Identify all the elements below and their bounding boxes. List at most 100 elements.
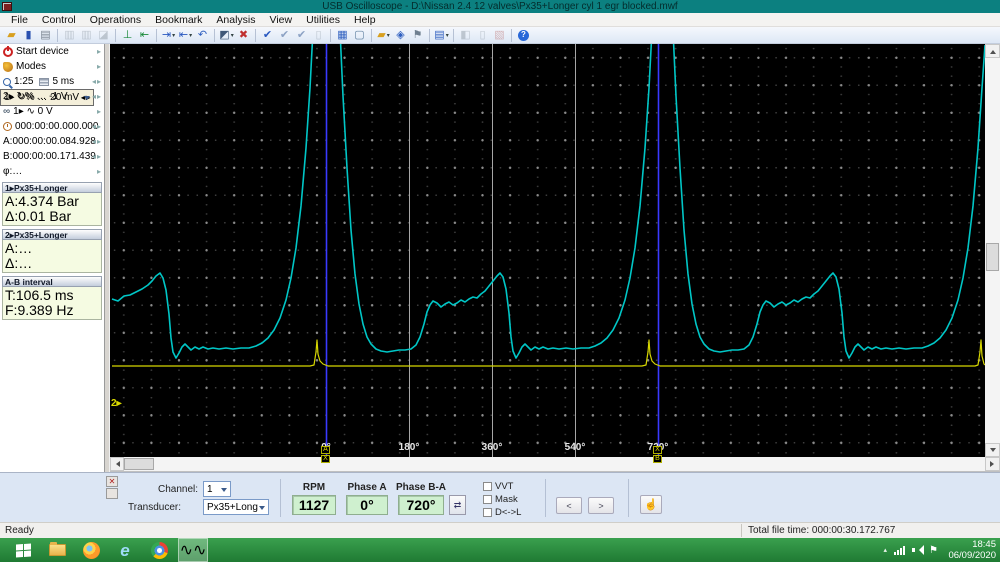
bookmark-flag-button[interactable]: ⚑: [409, 28, 426, 43]
pan-hand-button[interactable]: ☝: [640, 495, 662, 514]
channel-value: 1: [207, 483, 213, 495]
modes-row-label: Modes: [16, 61, 47, 72]
zoom-sweep-row[interactable]: 1:25 5 ms ◂▸: [0, 74, 104, 89]
reject-all-icon: ✔: [296, 28, 307, 41]
phi-row[interactable]: φ:… ▸: [0, 164, 104, 179]
comment-button[interactable]: ▢: [351, 28, 368, 43]
open-file-button[interactable]: ▰: [3, 28, 20, 43]
horizontal-scroll-thumb[interactable]: [124, 458, 154, 470]
accept-button[interactable]: ✔: [259, 28, 276, 43]
next-cycle-button[interactable]: >: [588, 497, 614, 514]
close-panel-button[interactable]: ✕: [106, 476, 118, 487]
transducer-label: Transducer:: [128, 502, 181, 513]
degree-label-180: 180°: [398, 442, 420, 453]
ruler-button[interactable]: ▤ ▾: [433, 28, 450, 43]
zoom-view-button[interactable]: ◩ ▾: [218, 28, 235, 43]
oscilloscope-taskbar-button[interactable]: ∿∿: [178, 538, 208, 562]
undo-button[interactable]: ↶: [194, 28, 211, 43]
open-script-button[interactable]: ▰ ▾: [375, 28, 392, 43]
menu-utilities[interactable]: Utilities: [299, 14, 347, 26]
cursor-b-row[interactable]: B:000:00:00.171.439 ◂▸: [0, 149, 104, 164]
row-stepper-arrows[interactable]: ◂▸: [92, 122, 102, 131]
menu-help[interactable]: Help: [347, 14, 383, 26]
row-stepper-arrows[interactable]: ◂▸: [92, 77, 102, 86]
time-position-row[interactable]: 000:00:00.000.000 ◂▸: [0, 119, 104, 134]
horizontal-scrollbar[interactable]: [110, 457, 985, 471]
menu-control[interactable]: Control: [35, 14, 83, 26]
row-stepper-arrows[interactable]: ◂▸: [92, 92, 102, 101]
network-icon[interactable]: [894, 545, 906, 555]
row-stepper-arrows[interactable]: ◂▸: [92, 137, 102, 146]
menu-view[interactable]: View: [263, 14, 300, 26]
firefox-taskbar-button[interactable]: [76, 538, 106, 562]
undo-icon: ↶: [197, 28, 208, 41]
degree-label-360: 360°: [481, 442, 503, 453]
action-center-flag-icon[interactable]: ⚑: [929, 545, 938, 556]
script-grid-button[interactable]: ▦: [334, 28, 351, 43]
row-stepper-arrows[interactable]: ▸: [97, 107, 102, 116]
taskbar-clock[interactable]: 18:45 06/09/2020: [948, 539, 996, 561]
cursor-a-row[interactable]: A:000:00:00.084.928 ◂▸: [0, 134, 104, 149]
channel2-row[interactable]: 2▸ ↻% … -1 V ◂▸: [0, 89, 104, 104]
scroll-right-button[interactable]: [985, 457, 1000, 471]
interval-panel-header[interactable]: A-B interval: [2, 276, 102, 287]
channel2-zero-marker[interactable]: 2▸: [111, 398, 122, 409]
script-grid-icon: ▦: [337, 28, 348, 41]
cursor-marker-bottom-1[interactable]: X: [321, 455, 330, 463]
scroll-up-button[interactable]: [985, 44, 1000, 58]
channel-select[interactable]: 1: [203, 481, 231, 497]
accept-all-button[interactable]: ✔: [276, 28, 293, 43]
checkbox-label: VVT: [495, 481, 514, 492]
toolbar-separator: [57, 28, 58, 42]
phase-a-label: Phase A: [347, 482, 387, 493]
ie-taskbar-button[interactable]: e: [110, 538, 140, 562]
vvt-checkbox[interactable]: VVT: [483, 481, 513, 492]
explorer-taskbar-button[interactable]: [42, 538, 72, 562]
menu-file[interactable]: File: [4, 14, 35, 26]
transducer-select[interactable]: Px35+Long: [203, 499, 269, 515]
help-button[interactable]: ?: [515, 28, 532, 43]
checkbox-label: D<->L: [495, 507, 522, 518]
mask-checkbox[interactable]: Mask: [483, 494, 518, 505]
marker-button[interactable]: ◈: [392, 28, 409, 43]
row-stepper-arrows[interactable]: ▸: [97, 62, 102, 71]
oscilloscope-display[interactable]: 2▸ 0°180°360°540°720°: [110, 44, 985, 457]
row-stepper-arrows[interactable]: ▸: [97, 47, 102, 56]
row-stepper-arrows[interactable]: ▸: [97, 167, 102, 176]
scale-time-button[interactable]: ⇤ ▾: [177, 28, 194, 43]
dl-checkbox[interactable]: D<->L: [483, 507, 521, 518]
channel1-measure-panel-header[interactable]: 1▸Px35+Longer: [2, 182, 102, 193]
row-stepper-arrows[interactable]: ◂▸: [92, 152, 102, 161]
reject-all-button[interactable]: ✔: [293, 28, 310, 43]
prev-cycle-button[interactable]: <: [556, 497, 582, 514]
help-icon: ?: [518, 29, 529, 41]
volume-icon[interactable]: [912, 545, 925, 555]
start-button[interactable]: [8, 538, 38, 562]
cursor-marker-top-2[interactable]: X: [653, 446, 662, 454]
print-button[interactable]: ▤: [37, 28, 54, 43]
modes-row[interactable]: Modes ▸: [0, 59, 104, 74]
close-view-button[interactable]: ✖: [235, 28, 252, 43]
chrome-taskbar-button[interactable]: [144, 538, 174, 562]
cursor-marker-bottom-2[interactable]: B: [653, 455, 662, 463]
tray-chevron-icon[interactable]: ▴: [884, 546, 888, 554]
start-device-row[interactable]: Start device ▸: [0, 44, 104, 59]
vertical-scroll-thumb[interactable]: [986, 243, 999, 271]
distance-measure-button[interactable]: ⇄: [449, 495, 466, 515]
horizontal-measure-button[interactable]: ⇤: [136, 28, 153, 43]
scroll-down-button[interactable]: [985, 443, 1000, 457]
pin-panel-button[interactable]: [106, 488, 118, 499]
toolbar-separator: [214, 28, 215, 42]
menu-operations[interactable]: Operations: [83, 14, 148, 26]
channel2-measure-panel-header[interactable]: 2▸Px35+Longer: [2, 229, 102, 240]
toolbar-separator: [156, 28, 157, 42]
menu-bookmark[interactable]: Bookmark: [148, 14, 209, 26]
scale-voltage-button[interactable]: ⇥ ▾: [160, 28, 177, 43]
save-file-button[interactable]: ▮: [20, 28, 37, 43]
vertical-measure-button[interactable]: ⊥: [119, 28, 136, 43]
explorer-icon: [48, 542, 66, 556]
cursor-marker-top-1[interactable]: A: [321, 446, 330, 454]
sync-row[interactable]: ∞ 1▸ ∿ 0 V ▸: [0, 104, 104, 119]
scroll-left-button[interactable]: [110, 457, 124, 471]
menu-analysis[interactable]: Analysis: [209, 14, 262, 26]
